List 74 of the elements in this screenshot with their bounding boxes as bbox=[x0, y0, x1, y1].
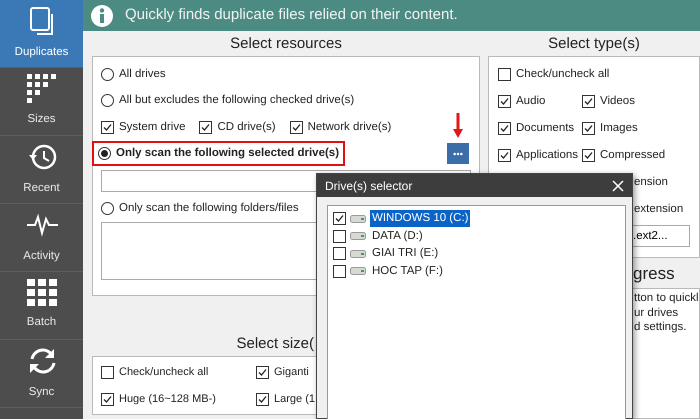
checkbox-label: Check/uncheck all bbox=[119, 365, 208, 380]
checkbox-label: Check/uncheck all bbox=[516, 66, 610, 82]
checkbox[interactable] bbox=[333, 247, 346, 260]
more-button[interactable] bbox=[447, 143, 469, 164]
checkbox-label: Audio bbox=[516, 94, 546, 109]
drive-item[interactable]: WINDOWS 10 (C:) bbox=[370, 210, 470, 228]
radio-button[interactable] bbox=[101, 94, 114, 108]
sidebar-item[interactable]: Recent bbox=[0, 136, 83, 204]
dots-icon bbox=[453, 152, 463, 156]
sidebar-item[interactable]: Batch bbox=[0, 272, 83, 340]
checkbox-label: System drive bbox=[119, 120, 186, 135]
grid-icon bbox=[26, 279, 56, 306]
checkbox-label: Huge (16~128 MB-) bbox=[119, 392, 216, 408]
sidebar-item[interactable]: Sizes bbox=[0, 68, 83, 136]
drive-item[interactable]: HOC TAP (F:) bbox=[370, 262, 445, 280]
radio-label: All drives bbox=[119, 66, 166, 82]
checkbox[interactable] bbox=[333, 264, 346, 278]
radio-button[interactable] bbox=[101, 68, 114, 81]
drive-icon bbox=[350, 232, 366, 240]
radio-label: All but excludes the following checked drive(s) bbox=[119, 93, 354, 108]
info-icon bbox=[91, 4, 113, 26]
checkbox[interactable] bbox=[333, 230, 346, 243]
close-icon bbox=[612, 180, 624, 192]
checkbox-label: Large (1 bbox=[274, 392, 315, 408]
checkbox-label: Documents bbox=[516, 120, 574, 136]
arrow-icon bbox=[453, 113, 463, 140]
grid-icon bbox=[27, 74, 56, 104]
checkbox[interactable] bbox=[199, 120, 212, 134]
radio-label: Only scan the following folders/files bbox=[119, 200, 299, 216]
sidebar-item[interactable]: Activity bbox=[0, 204, 83, 272]
sidebar-item[interactable]: Duplicates bbox=[0, 0, 83, 68]
drive-item[interactable]: GIAI TRI (E:) bbox=[370, 245, 440, 262]
checkbox[interactable] bbox=[101, 120, 114, 134]
sidebar-item[interactable]: Sync bbox=[0, 340, 83, 408]
checkbox-label: Giganti bbox=[274, 365, 309, 380]
drive-icon bbox=[350, 214, 366, 223]
checkbox[interactable] bbox=[256, 393, 269, 406]
checkbox[interactable] bbox=[256, 366, 269, 379]
checkbox-label: Images bbox=[600, 120, 638, 136]
close-button[interactable] bbox=[612, 180, 624, 192]
checkbox[interactable] bbox=[582, 149, 595, 162]
checkbox[interactable] bbox=[101, 366, 114, 379]
checkbox[interactable] bbox=[498, 122, 511, 135]
banner-text: Quickly finds duplicate files relied on their content. bbox=[125, 5, 458, 26]
help-text: tton to quickl bbox=[634, 291, 699, 306]
checkbox[interactable] bbox=[498, 68, 511, 81]
checkbox[interactable] bbox=[101, 393, 114, 406]
pages-icon bbox=[28, 6, 56, 36]
checkbox-label: extension bbox=[634, 202, 684, 217]
checkbox-label: Network drive(s) bbox=[308, 120, 392, 135]
section-title: Select size( bbox=[235, 334, 315, 354]
checkbox-label: Videos bbox=[600, 94, 635, 109]
checkbox-label: Applications bbox=[516, 148, 578, 163]
help-text: d settings. bbox=[634, 320, 688, 334]
dialog-title: Drive(s) selector bbox=[325, 178, 412, 194]
checkbox[interactable] bbox=[582, 95, 595, 108]
help-text: ur drives bbox=[634, 306, 680, 320]
checkbox-label: ension bbox=[634, 175, 668, 190]
radio-button[interactable] bbox=[101, 202, 114, 215]
checkbox[interactable] bbox=[333, 212, 346, 226]
section-title: gress bbox=[632, 263, 676, 285]
checkbox[interactable] bbox=[498, 149, 511, 162]
drive-icon bbox=[350, 267, 366, 276]
checkbox[interactable] bbox=[498, 95, 511, 108]
checkbox[interactable] bbox=[290, 120, 303, 134]
section-title: Select resources bbox=[229, 34, 343, 54]
drive-icon bbox=[350, 250, 366, 258]
radio-label: Only scan the following selected drive(s) bbox=[116, 146, 340, 162]
checkbox-label: CD drive(s) bbox=[217, 120, 276, 135]
drive-item[interactable]: DATA (D:) bbox=[370, 228, 425, 245]
radio-button[interactable] bbox=[98, 147, 111, 160]
checkbox[interactable] bbox=[582, 122, 595, 135]
section-title: Select type(s) bbox=[547, 34, 641, 54]
checkbox-label: Compressed bbox=[600, 148, 666, 163]
